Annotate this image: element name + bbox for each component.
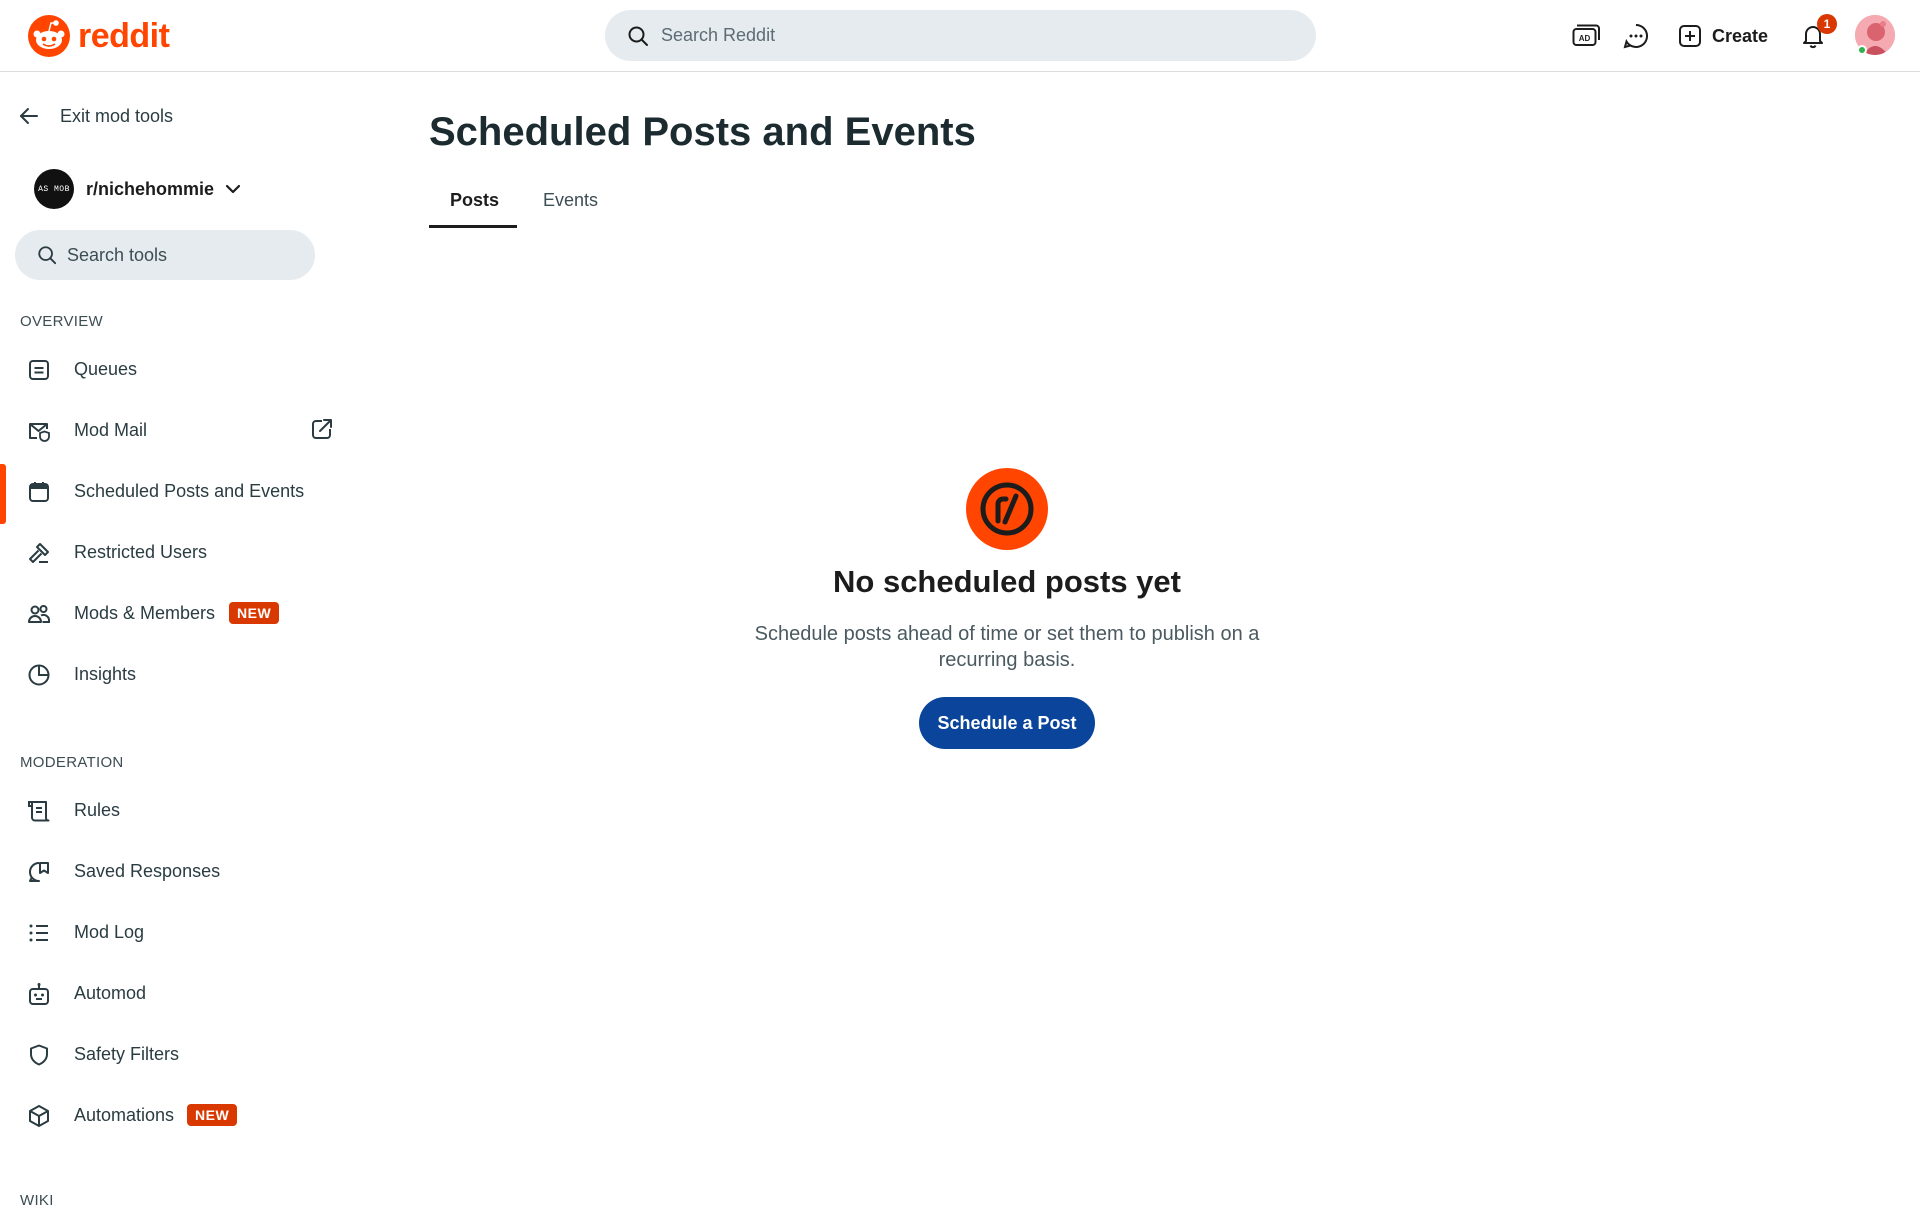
saved-response-icon <box>29 862 49 882</box>
plus-square-icon <box>1679 25 1701 47</box>
sidebar-item-automations[interactable]: Automations NEW <box>0 1088 350 1144</box>
sidebar-item-label: Rules <box>74 800 121 820</box>
chevron-down-icon <box>225 184 241 194</box>
chat-button[interactable] <box>1618 18 1654 54</box>
pie-chart-icon <box>28 664 50 686</box>
scroll-icon <box>28 801 50 822</box>
mail-icon <box>29 423 50 442</box>
shield-icon <box>30 1044 48 1066</box>
ad-icon: AD <box>1572 24 1600 46</box>
tool-search-input[interactable] <box>67 244 287 266</box>
online-status-dot <box>1857 45 1867 55</box>
sidebar-item-automod[interactable]: Automod <box>0 966 350 1022</box>
sidebar-item-mod-mail[interactable]: Mod Mail <box>0 403 350 459</box>
sidebar-item-insights[interactable]: Insights <box>0 647 350 703</box>
sidebar-item-scheduled-posts[interactable]: Scheduled Posts and Events <box>0 464 350 524</box>
calendar-icon <box>29 482 49 502</box>
chat-icon <box>1623 23 1648 49</box>
global-search-input[interactable] <box>661 25 1261 46</box>
gavel-icon <box>29 543 49 563</box>
queue-icon <box>29 360 49 380</box>
community-name: r/nichehommie <box>86 178 215 199</box>
wiki-section-header: WIKI <box>20 1192 54 1209</box>
tab-posts[interactable]: Posts <box>450 190 499 211</box>
sidebar-item-label: Insights <box>74 664 137 684</box>
new-badge: NEW <box>187 1104 238 1126</box>
list-icon <box>29 924 48 942</box>
sidebar-item-label: Scheduled Posts and Events <box>74 481 305 501</box>
community-avatar: AS MOB <box>34 169 74 209</box>
notifications-button[interactable]: 1 <box>1795 14 1837 54</box>
sidebar-item-mods-members[interactable]: Mods & Members NEW <box>0 586 350 642</box>
tool-search[interactable] <box>15 230 315 280</box>
global-search[interactable] <box>605 10 1316 61</box>
advertise-button[interactable]: AD <box>1568 18 1604 54</box>
exit-mod-tools-link[interactable]: Exit mod tools <box>18 99 173 133</box>
search-icon <box>628 26 648 46</box>
svg-text:AD: AD <box>1579 34 1591 43</box>
sidebar-item-label: Saved Responses <box>74 861 221 881</box>
top-header: reddit AD Create <box>0 0 1920 72</box>
sidebar-item-safety-filters[interactable]: Safety Filters <box>0 1027 350 1083</box>
sidebar-item-rules[interactable]: Rules <box>0 783 350 839</box>
moderation-section-header: MODERATION <box>20 754 124 771</box>
community-switcher[interactable]: AS MOB r/nichehommie <box>34 169 242 209</box>
empty-state-icon <box>966 468 1048 550</box>
mod-sidebar: Exit mod tools AS MOB r/nichehommie OVER… <box>0 73 350 1209</box>
search-icon <box>38 246 57 265</box>
snoo-icon <box>28 15 70 57</box>
external-link-icon[interactable] <box>310 417 334 441</box>
sidebar-item-mod-log[interactable]: Mod Log <box>0 905 350 961</box>
sidebar-item-queues[interactable]: Queues <box>0 342 350 398</box>
sidebar-item-label: Safety Filters <box>74 1044 180 1064</box>
active-tab-indicator <box>429 225 517 228</box>
reddit-logo[interactable]: reddit <box>28 14 170 58</box>
empty-state-title: No scheduled posts yet <box>833 564 1181 599</box>
sidebar-item-saved-responses[interactable]: Saved Responses <box>0 844 350 900</box>
robot-icon <box>29 983 49 1005</box>
create-button[interactable]: Create <box>1672 17 1774 55</box>
subreddit-icon <box>980 482 1034 536</box>
brand-wordmark: reddit <box>78 17 170 55</box>
arrow-left-icon <box>20 108 38 124</box>
notification-count-badge: 1 <box>1817 14 1837 34</box>
page-title: Scheduled Posts and Events <box>429 110 976 154</box>
create-label: Create <box>1712 25 1769 46</box>
empty-state-description: Schedule posts ahead of time or set them… <box>754 623 1260 671</box>
cube-icon <box>29 1105 49 1127</box>
sidebar-item-label: Queues <box>74 359 138 379</box>
sidebar-item-label: Mods & Members <box>74 603 216 623</box>
sidebar-item-label: Automod <box>74 983 147 1003</box>
exit-mod-tools-label: Exit mod tools <box>60 105 174 126</box>
members-icon <box>28 605 51 623</box>
overview-section-header: OVERVIEW <box>20 313 103 330</box>
sidebar-item-label: Mod Log <box>74 922 145 942</box>
sidebar-item-label: Mod Mail <box>74 420 148 440</box>
sidebar-item-restricted-users[interactable]: Restricted Users <box>0 525 350 581</box>
schedule-post-button[interactable]: Schedule a Post <box>919 697 1095 749</box>
sidebar-item-label: Restricted Users <box>74 542 208 562</box>
tab-events[interactable]: Events <box>543 190 598 211</box>
sidebar-item-label: Automations <box>74 1105 175 1125</box>
new-badge: NEW <box>229 602 280 624</box>
